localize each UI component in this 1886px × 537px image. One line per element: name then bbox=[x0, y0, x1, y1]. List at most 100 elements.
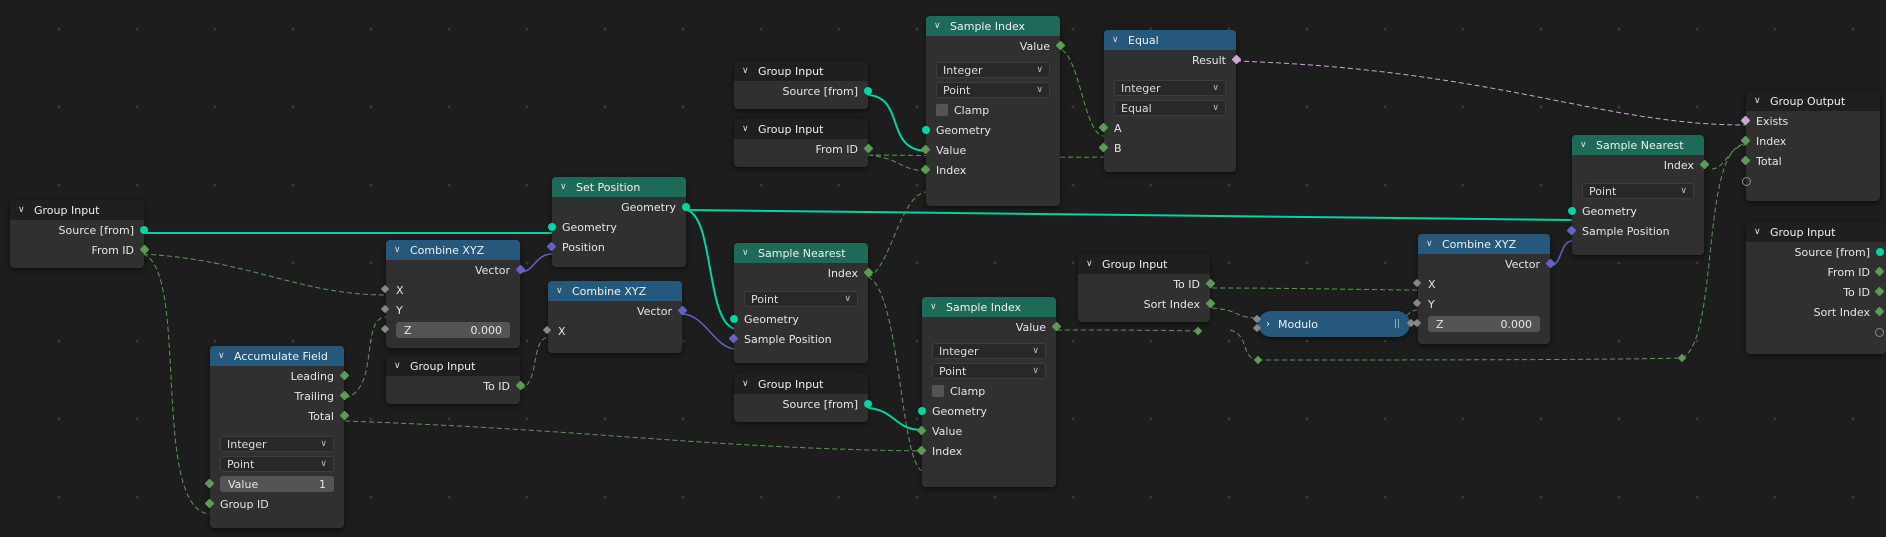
node-header[interactable]: ∨ Group Input bbox=[1078, 254, 1210, 274]
node-header[interactable]: ∨ Combine XYZ bbox=[548, 281, 682, 301]
socket-row: Result bbox=[1104, 50, 1242, 70]
node-header[interactable]: ∨ Sample Index bbox=[922, 297, 1056, 317]
data-type-dropdown[interactable]: Integer ∨ bbox=[1114, 80, 1226, 96]
node-header[interactable]: ∨ Combine XYZ bbox=[1418, 234, 1550, 254]
node-group-input[interactable]: ∨ Group Input To ID bbox=[386, 356, 526, 404]
collapse-chevron-icon[interactable]: ∨ bbox=[742, 379, 752, 389]
geometry-socket[interactable] bbox=[918, 407, 926, 415]
node-header[interactable]: ∨ Set Position bbox=[552, 177, 686, 197]
geometry-socket[interactable] bbox=[864, 400, 872, 408]
node-sample-index[interactable]: ∨ Sample Index Value Integer ∨ Point ∨ Clam… bbox=[916, 297, 1062, 487]
socket-row: Source [from] bbox=[734, 81, 872, 101]
collapse-chevron-icon[interactable]: ∨ bbox=[1580, 140, 1590, 150]
geometry-socket[interactable] bbox=[864, 87, 872, 95]
node-header[interactable]: ∨ Group Input bbox=[10, 200, 144, 220]
clamp-checkbox[interactable] bbox=[932, 385, 944, 397]
collapse-chevron-icon[interactable]: ∨ bbox=[742, 248, 752, 258]
node-header[interactable]: ∨ Sample Nearest bbox=[734, 243, 868, 263]
node-header[interactable]: ∨ Sample Index bbox=[926, 16, 1060, 36]
integer-socket[interactable] bbox=[1874, 266, 1885, 277]
node-group-input[interactable]: ∨ Group Input Source [from] bbox=[734, 61, 872, 109]
data-type-dropdown[interactable]: Integer ∨ bbox=[220, 436, 334, 452]
value-field[interactable]: Value 1 bbox=[220, 476, 334, 492]
node-sample-nearest[interactable]: ∨ Sample Nearest Index Point ∨ Geometry Sa… bbox=[1566, 135, 1710, 255]
node-group-input[interactable]: ∨ Group Input Source [from] From ID To ID… bbox=[1746, 222, 1886, 354]
geometry-socket[interactable] bbox=[548, 223, 556, 231]
geometry-socket[interactable] bbox=[1568, 207, 1576, 215]
node-combine-xyz[interactable]: ∨ Combine XYZ Vector X Y Z 0.000 bbox=[1412, 234, 1556, 344]
collapse-chevron-icon[interactable]: ∨ bbox=[556, 286, 566, 296]
collapse-chevron-icon[interactable]: ∨ bbox=[742, 66, 752, 76]
node-header[interactable]: ∨ Group Input bbox=[1746, 222, 1886, 242]
collapse-chevron-icon[interactable]: ∨ bbox=[742, 124, 752, 134]
node-group-input[interactable]: ∨ Group Input From ID bbox=[734, 119, 874, 167]
geometry-socket[interactable] bbox=[140, 226, 148, 234]
integer-socket[interactable] bbox=[1874, 306, 1885, 317]
socket-row: Leading bbox=[210, 366, 350, 386]
node-group-input[interactable]: ∨ Group Input Source [from] bbox=[734, 374, 872, 422]
node-header[interactable]: ∨ Sample Nearest bbox=[1572, 135, 1704, 155]
domain-dropdown[interactable]: Point ∨ bbox=[1582, 183, 1694, 199]
node-header[interactable]: ∨ Group Input bbox=[734, 61, 868, 81]
node-accumulate-field[interactable]: ∨ Accumulate Field Leading Trailing Total… bbox=[204, 346, 350, 528]
socket-row: Source [from] bbox=[734, 394, 872, 414]
node-header[interactable]: ∨ Group Input bbox=[386, 356, 520, 376]
node-header[interactable]: ∨ Group Output bbox=[1746, 91, 1880, 111]
domain-dropdown[interactable]: Point ∨ bbox=[744, 291, 858, 307]
node-sample-nearest[interactable]: ∨ Sample Nearest Index Point ∨ Geometry Sa… bbox=[728, 243, 874, 363]
geometry-socket[interactable] bbox=[1876, 248, 1884, 256]
domain-dropdown[interactable]: Point ∨ bbox=[932, 363, 1046, 379]
collapse-chevron-icon[interactable]: ∨ bbox=[930, 302, 940, 312]
node-header[interactable]: ∨ Combine XYZ bbox=[386, 240, 520, 260]
collapse-chevron-icon[interactable]: ∨ bbox=[1426, 239, 1436, 249]
node-modulo-collapsed[interactable]: › Modulo || bbox=[1252, 311, 1416, 337]
node-header[interactable]: ∨ Equal bbox=[1104, 30, 1236, 50]
socket-row: To ID bbox=[386, 376, 526, 396]
integer-socket[interactable] bbox=[1874, 286, 1885, 297]
collapse-chevron-icon[interactable]: ∨ bbox=[934, 21, 944, 31]
mode-dropdown[interactable]: Equal ∨ bbox=[1114, 100, 1226, 116]
domain-dropdown[interactable]: Point ∨ bbox=[220, 456, 334, 472]
node-header[interactable]: ∨ Group Input bbox=[734, 374, 868, 394]
node-group-input[interactable]: ∨ Group Input To ID Sort Index bbox=[1078, 254, 1216, 322]
data-type-dropdown[interactable]: Integer ∨ bbox=[932, 343, 1046, 359]
node-header[interactable]: ∨ Accumulate Field bbox=[210, 346, 344, 366]
domain-dropdown[interactable]: Point ∨ bbox=[936, 82, 1050, 98]
chevron-down-icon: ∨ bbox=[1212, 103, 1219, 113]
socket-row: Vector bbox=[548, 301, 688, 321]
socket-label: Sort Index bbox=[1143, 297, 1200, 311]
clamp-checkbox[interactable] bbox=[936, 104, 948, 116]
socket-label: Geometry bbox=[936, 123, 991, 137]
collapse-chevron-icon[interactable]: ∨ bbox=[394, 245, 404, 255]
empty-socket[interactable] bbox=[1742, 177, 1751, 186]
node-combine-xyz[interactable]: ∨ Combine XYZ Vector X Y Z 0.000 bbox=[380, 240, 526, 348]
node-combine-xyz[interactable]: ∨ Combine XYZ Vector X bbox=[542, 281, 688, 353]
geometry-socket[interactable] bbox=[682, 203, 690, 211]
expand-chevron-icon[interactable]: › bbox=[1266, 319, 1270, 330]
data-type-dropdown[interactable]: Integer ∨ bbox=[936, 62, 1050, 78]
collapse-chevron-icon[interactable]: ∨ bbox=[1112, 35, 1122, 45]
node-group-input[interactable]: ∨ Group Input Source [from] From ID bbox=[10, 200, 150, 268]
z-field[interactable]: Z 0.000 bbox=[396, 322, 510, 338]
socket-row: Value bbox=[926, 36, 1066, 56]
collapse-chevron-icon[interactable]: ∨ bbox=[1754, 227, 1764, 237]
node-equal[interactable]: ∨ Equal Result Integer ∨ Equal ∨ A B bbox=[1098, 30, 1242, 172]
node-group-output[interactable]: ∨ Group Output Exists Index Total bbox=[1740, 91, 1880, 201]
collapse-chevron-icon[interactable]: ∨ bbox=[18, 205, 28, 215]
empty-socket[interactable] bbox=[1875, 328, 1884, 337]
collapse-chevron-icon[interactable]: ∨ bbox=[218, 351, 228, 361]
node-sample-index[interactable]: ∨ Sample Index Value Integer ∨ Point ∨ Clam… bbox=[920, 16, 1066, 206]
collapse-chevron-icon[interactable]: ∨ bbox=[560, 182, 570, 192]
collapse-chevron-icon[interactable]: ∨ bbox=[394, 361, 404, 371]
node-header[interactable]: ∨ Group Input bbox=[734, 119, 868, 139]
node-set-position[interactable]: ∨ Set Position Geometry Geometry Position bbox=[546, 177, 690, 267]
z-field[interactable]: Z 0.000 bbox=[1428, 316, 1540, 332]
dropdown-value: Integer bbox=[943, 63, 983, 77]
geometry-socket[interactable] bbox=[922, 126, 930, 134]
collapse-chevron-icon[interactable]: ∨ bbox=[1086, 259, 1096, 269]
geometry-socket[interactable] bbox=[730, 315, 738, 323]
socket-label: Value bbox=[1019, 39, 1050, 53]
collapse-chevron-icon[interactable]: ∨ bbox=[1754, 96, 1764, 106]
chevron-down-icon: ∨ bbox=[1212, 83, 1219, 93]
socket-label: From ID bbox=[815, 142, 858, 156]
